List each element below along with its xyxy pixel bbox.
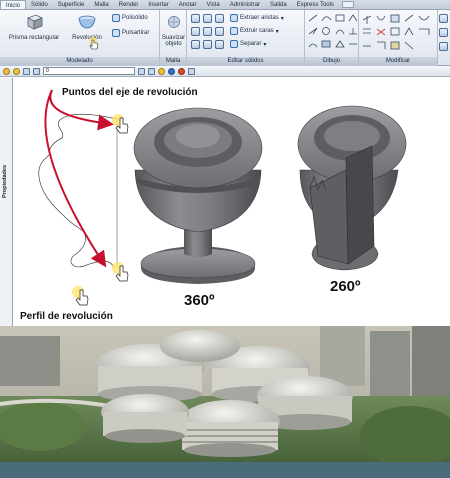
result-360-label: 360º [184,292,215,309]
properties-palette-strip[interactable]: Propiedades [0,78,13,326]
panel-editar-solidos: Extraer aristas ▾ Extruir caras ▾ Separa… [187,10,305,66]
editar-icon-column-2 [203,14,212,49]
layer-icon[interactable] [439,14,448,23]
pulsartirar-label: Pulsartirar [122,30,150,36]
layer-manager-icon[interactable] [138,67,145,75]
result-260-label: 260º [330,278,361,295]
solid-260 [297,105,407,271]
suavizar-objeto-label: Suavizar objeto [161,35,186,47]
panel-title-malla[interactable]: Malla [160,57,186,66]
subtract-icon[interactable] [191,27,200,36]
editar-icon-column-3 [215,14,224,49]
presspull-icon [112,29,120,37]
panel-modelado: Prisma rectangular Revolución Polisólido… [0,10,160,66]
shell-icon[interactable] [215,14,224,23]
lights-icon[interactable] [188,67,195,75]
tab-superficie[interactable]: Superficie [53,0,90,9]
architectural-render-image [0,326,450,478]
axis-point-cursor-top [112,114,129,134]
ribbon: Prisma rectangular Revolución Polisólido… [0,10,450,66]
prisma-rectangular-label: Prisma rectangular [8,35,60,41]
pulsartirar-button[interactable]: Pulsartirar [112,29,149,37]
layer-select[interactable]: 0 [43,67,135,75]
panel-title-editar-solidos[interactable]: Editar sólidos [187,57,304,66]
axis-points-label: Puntos del eje de revolución [62,87,198,98]
intersect-icon[interactable] [191,40,200,49]
separate-icon [230,40,238,48]
tab-render[interactable]: Render [114,0,144,9]
polisolido-button[interactable]: Polisólido [112,14,148,22]
imprint-icon[interactable] [203,40,212,49]
panel-modificar: Modificar [359,10,438,66]
tab-solido[interactable]: Sólido [26,0,53,9]
editar-icon-column-1 [191,14,200,49]
profile-cursor [72,286,89,306]
revolve-icon [78,15,96,29]
tab-express-tools[interactable]: Express Tools [292,0,339,9]
draw-tools-grid [308,14,358,48]
polisolido-label: Polisólido [122,15,148,21]
cursor-hand-icon [89,37,99,50]
view-icon[interactable] [439,28,448,37]
union-icon[interactable] [191,14,200,23]
properties-palette-label: Propiedades [2,164,8,198]
material-icon[interactable] [168,67,175,75]
lightbulb-icon[interactable] [3,67,10,75]
separar-button[interactable]: Separar ▾ [230,40,266,48]
tab-inicio[interactable]: Inicio [0,0,27,9]
extract-edges-icon [230,14,238,22]
profile-curve [38,113,118,269]
sun-icon[interactable] [13,67,20,75]
box-icon [27,14,43,30]
render-icon[interactable] [178,67,185,75]
panel-overflow [438,10,450,66]
tab-administrar[interactable]: Administrar [225,0,265,9]
extruir-caras-button[interactable]: Extruir caras ▾ [230,27,279,35]
visual-style-icon[interactable] [158,67,165,75]
tab-anotar[interactable]: Anotar [174,0,202,9]
tab-malla[interactable]: Malla [89,0,113,9]
check-icon[interactable] [215,27,224,36]
modify-tools-grid [362,14,430,50]
tab-salida[interactable]: Salida [265,0,292,9]
overflow-icon-column [439,14,448,51]
prisma-rectangular-button[interactable]: Prisma rectangular [4,13,64,41]
polysolid-icon [112,14,120,22]
layer-prev-icon[interactable] [148,67,155,75]
revolucion-button[interactable]: Revolución [66,13,108,50]
clean-icon[interactable] [215,40,224,49]
tab-insertar[interactable]: Insertar [143,0,173,9]
suavizar-objeto-button[interactable]: Suavizar objeto [160,13,187,47]
extruir-caras-label: Extruir caras [240,28,274,34]
tab-vista[interactable]: Vista [201,0,224,9]
extraer-aristas-button[interactable]: Extraer aristas ▾ [230,14,284,22]
panel-malla: Suavizar objeto Malla [160,10,187,66]
profile-label: Perfil de revolución [20,311,113,322]
color-swatch-icon[interactable] [33,67,40,75]
panel-title-dibujo[interactable]: Dibujo [305,57,358,66]
layer-toolbar: 0 [0,66,450,77]
axis-point-cursor-bottom [112,262,129,282]
ribbon-tab-bar: Inicio Sólido Superficie Malla Render In… [0,0,450,10]
extraer-aristas-label: Extraer aristas [240,15,279,21]
smooth-mesh-icon [167,16,180,28]
revolucion-label: Revolución [72,35,102,41]
lock-icon[interactable] [23,67,30,75]
drawing-area[interactable]: Puntos del eje de revolución Perfil de r… [14,78,450,326]
panel-title-modelado[interactable]: Modelado [0,57,159,66]
solid-360 [133,107,263,284]
panel-dibujo: Dibujo [305,10,359,66]
slice-icon[interactable] [203,14,212,23]
panel-title-modificar[interactable]: Modificar [359,57,437,66]
revolution-illustration [38,89,407,306]
separar-label: Separar [240,41,262,47]
ribbon-options-button[interactable] [341,1,354,8]
rendered-buildings [0,326,450,478]
extrude-faces-icon [230,27,238,35]
ucs-icon[interactable] [439,42,448,51]
interfere-icon[interactable] [203,27,212,36]
